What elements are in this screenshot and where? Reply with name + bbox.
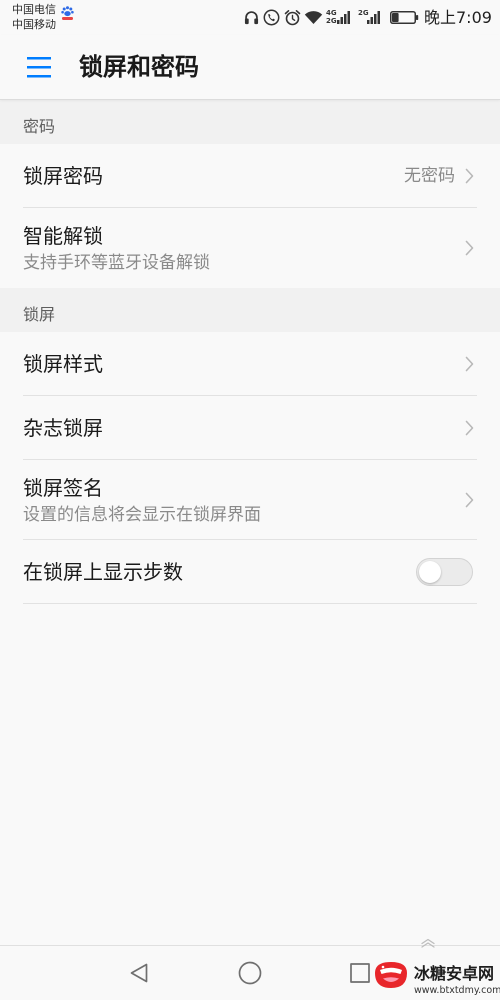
battery-fill [392, 13, 399, 22]
back-button[interactable] [109, 946, 169, 1000]
hd-voice-icon [263, 9, 280, 26]
menu-icon [27, 57, 51, 78]
row-title: 智能解锁 [23, 223, 103, 248]
home-button[interactable] [220, 946, 280, 1000]
home-icon [238, 961, 262, 985]
carrier-secondary: 中国移动 [12, 18, 56, 31]
watermark-name: 冰糖安卓网 [414, 964, 495, 983]
row-subtitle: 支持手环等蓝牙设备解锁 [23, 252, 210, 273]
step-count-toggle[interactable] [416, 558, 473, 586]
watermark: 冰糖安卓网 www.btxtdmy.com [370, 952, 500, 998]
chevron-right-icon [465, 492, 474, 508]
expand-up-icon[interactable] [420, 938, 436, 948]
chevron-right-icon [465, 240, 474, 256]
signal-icon [337, 11, 350, 24]
alarm-icon [284, 10, 301, 26]
row-title: 锁屏样式 [23, 352, 103, 376]
chevron-right-icon [465, 168, 474, 184]
clock-time: 晚上7:09 [424, 8, 492, 27]
toggle-knob [419, 561, 441, 583]
chevron-right-icon [465, 420, 474, 436]
carrier-primary: 中国电信 [12, 3, 56, 16]
headset-icon [244, 11, 259, 25]
row-subtitle: 设置的信息将会显示在锁屏界面 [23, 504, 261, 525]
row-title: 锁屏密码 [23, 164, 103, 188]
status-bar: 中国电信 中国移动 4G 2G 2G 晚上7:09 [0, 0, 500, 35]
row-show-step-count[interactable]: 在锁屏上显示步数 [0, 540, 500, 604]
app-header: 锁屏和密码 [0, 35, 500, 100]
row-lock-screen-signature[interactable]: 锁屏签名 设置的信息将会显示在锁屏界面 [0, 460, 500, 540]
row-magazine-unlock[interactable]: 杂志锁屏 [0, 396, 500, 460]
battery-icon [390, 11, 419, 24]
back-icon [130, 963, 148, 983]
wifi-icon [304, 11, 323, 24]
row-smart-unlock[interactable]: 智能解锁 支持手环等蓝牙设备解锁 [0, 208, 500, 288]
signal-icon [367, 11, 380, 24]
recents-icon [350, 963, 370, 983]
baidu-paw-icon [61, 6, 74, 20]
section-title: 密码 [23, 117, 56, 136]
row-text: 智能解锁 支持手环等蓝牙设备解锁 [23, 223, 210, 274]
watermark-url: www.btxtdmy.com [414, 985, 500, 996]
section-header-password: 密码 [0, 100, 500, 144]
btxtdmy-logo-icon [375, 962, 407, 988]
network-1-bottom-label: 2G [326, 17, 337, 25]
page-title: 锁屏和密码 [79, 53, 199, 81]
section-title: 锁屏 [23, 305, 56, 324]
settings-list: 密码 锁屏密码 无密码 智能解锁 支持手环等蓝牙设备解锁 锁屏 锁屏样式 杂志锁… [0, 100, 500, 604]
row-title: 锁屏签名 [23, 475, 103, 500]
network-1-top-label: 4G [326, 9, 337, 17]
section-header-lock-screen: 锁屏 [0, 288, 500, 332]
menu-button[interactable] [22, 49, 56, 85]
row-text: 锁屏签名 设置的信息将会显示在锁屏界面 [23, 475, 261, 526]
row-lock-screen-password[interactable]: 锁屏密码 无密码 [0, 144, 500, 208]
row-lock-screen-style[interactable]: 锁屏样式 [0, 332, 500, 396]
row-title: 在锁屏上显示步数 [23, 560, 183, 584]
row-value: 无密码 [404, 166, 455, 186]
row-title: 杂志锁屏 [23, 416, 103, 440]
chevron-right-icon [465, 356, 474, 372]
